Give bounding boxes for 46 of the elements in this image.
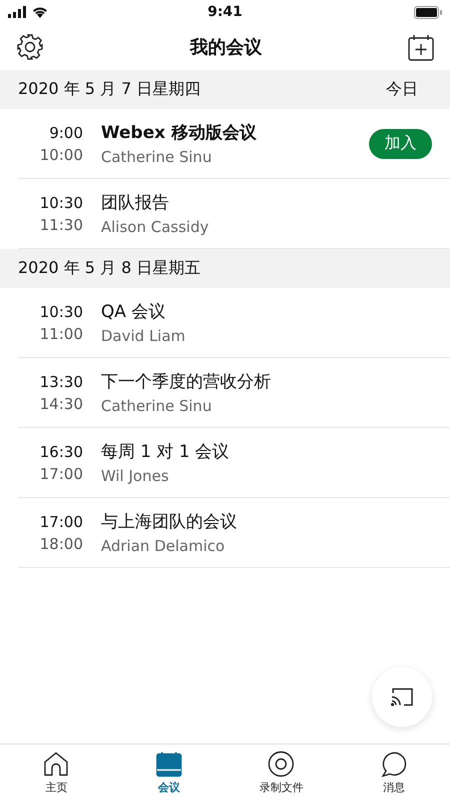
meeting-title[interactable]: 每周 1 对 1 会议	[101, 440, 450, 463]
date-label: 2020 年 5 月 8 日星期五	[18, 258, 201, 279]
add-meeting-button[interactable]	[408, 34, 434, 60]
join-button[interactable]: 加入	[369, 128, 432, 158]
cast-icon	[390, 687, 414, 707]
end-time: 14:30	[40, 394, 83, 412]
chat-bubble-icon	[380, 750, 407, 776]
signal-icon	[8, 6, 28, 18]
calendar-add-icon	[408, 34, 434, 60]
end-time: 18:00	[40, 534, 83, 552]
host-name: Alison Cassidy	[101, 218, 210, 236]
end-time: 17:00	[40, 464, 83, 482]
end-time: 11:30	[40, 216, 83, 234]
page-title: 我的会议	[190, 36, 262, 59]
start-time: 17:00	[40, 512, 83, 530]
start-time: 10:30	[40, 302, 83, 320]
wifi-icon	[32, 6, 48, 18]
record-icon	[268, 750, 294, 776]
tab[interactable]: 录制文件	[225, 745, 338, 800]
start-time: 16:30	[40, 442, 83, 460]
host-name: Catherine Sinu	[101, 397, 213, 415]
start-time: 10:30	[40, 194, 83, 212]
host-name: Wil Jones	[101, 467, 170, 485]
meeting-title[interactable]: 下一个季度的营收分析	[101, 370, 450, 393]
date-label: 2020 年 5 月 7 日星期四	[18, 79, 201, 100]
home-icon	[43, 750, 70, 776]
settings-button[interactable]	[16, 33, 44, 61]
battery-icon	[414, 6, 442, 18]
meeting-title[interactable]: Webex 移动版会议	[101, 121, 369, 144]
meeting-title[interactable]: QA 会议	[101, 300, 450, 323]
start-time: 13:30	[40, 372, 83, 390]
status-time: 9:41	[206, 4, 244, 20]
tab[interactable]: 会议	[112, 745, 225, 800]
host-name: David Liam	[101, 327, 186, 345]
tab[interactable]: 主页	[0, 745, 112, 800]
host-name: Catherine Sinu	[101, 148, 213, 166]
meeting-title[interactable]: 与上海团队的会议	[101, 510, 450, 533]
host-name: Adrian Delamico	[101, 537, 226, 555]
meeting-title[interactable]: 团队报告	[101, 191, 450, 214]
end-time: 10:00	[40, 146, 83, 164]
today-link[interactable]: 今日	[386, 79, 418, 100]
calendar-icon	[156, 750, 182, 776]
start-time: 9:00	[49, 124, 83, 142]
settings-icon	[16, 33, 44, 61]
end-time: 11:00	[40, 324, 83, 342]
tab[interactable]: 消息	[338, 745, 450, 800]
